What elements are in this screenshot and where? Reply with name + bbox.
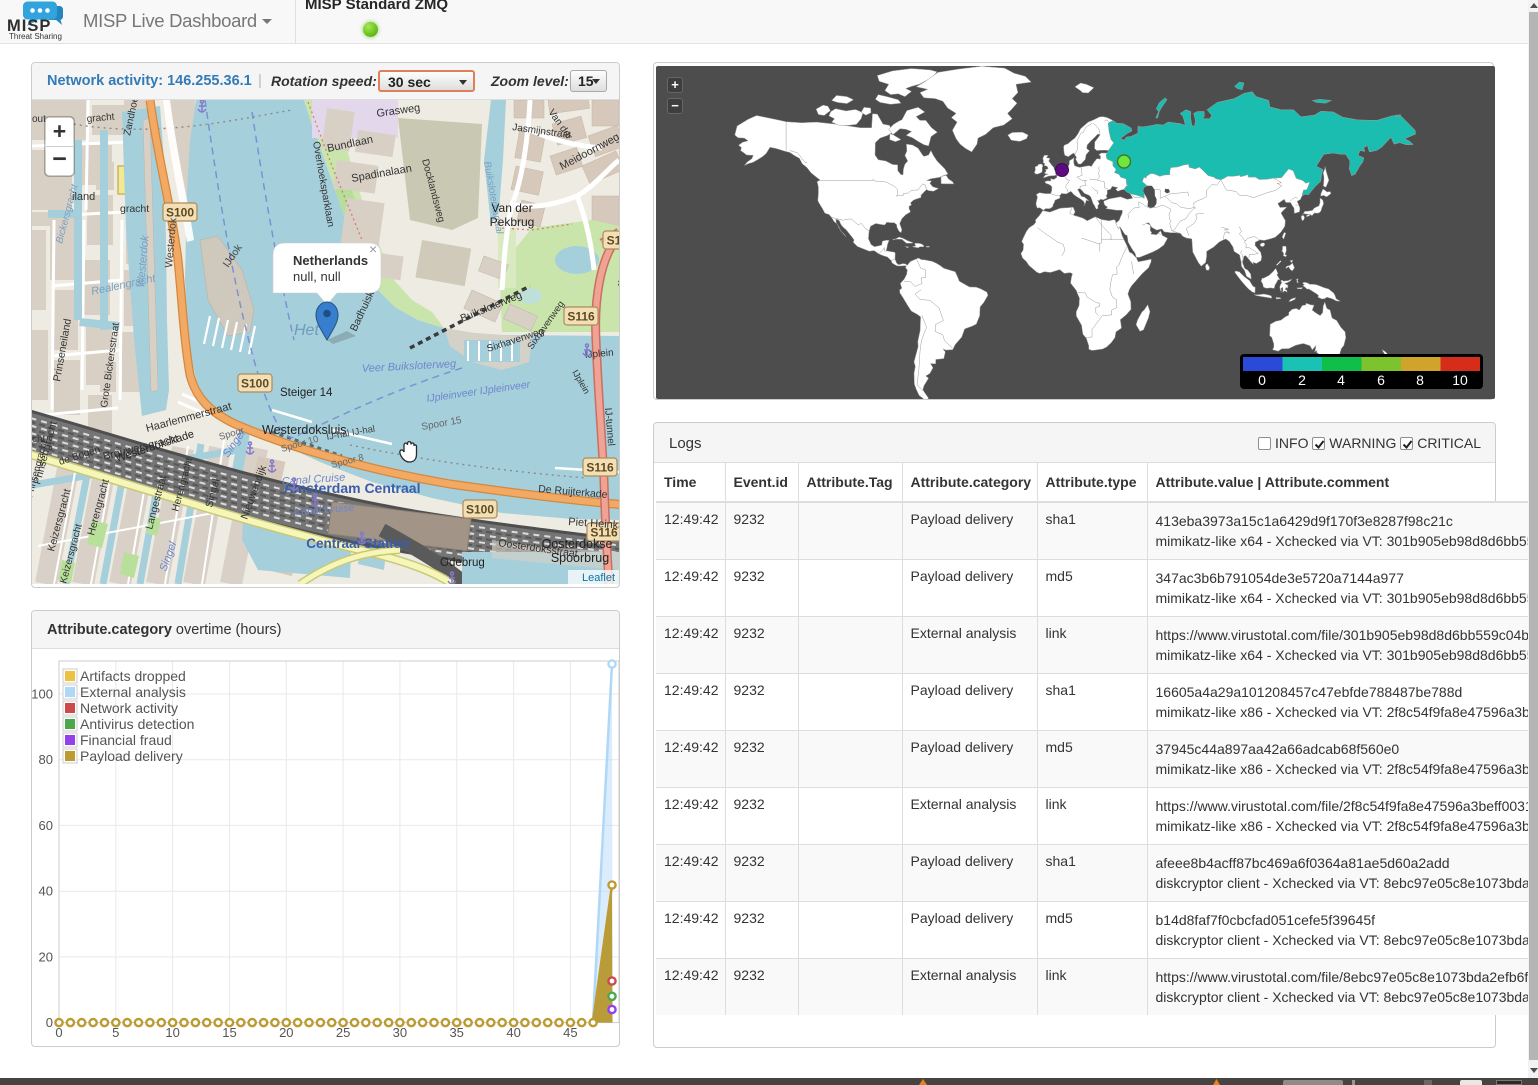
svg-text:60: 60: [39, 818, 53, 833]
svg-text:S116: S116: [567, 310, 595, 324]
svg-text:45: 45: [563, 1025, 577, 1040]
svg-text:100: 100: [32, 687, 53, 702]
svg-text:iland: iland: [72, 191, 95, 203]
svg-text:Odebrug: Odebrug: [440, 557, 485, 569]
svg-text:10: 10: [165, 1025, 179, 1040]
svg-text:4: 4: [1337, 372, 1345, 388]
svg-text:Payload delivery: Payload delivery: [80, 748, 183, 764]
svg-text:Steiger 14: Steiger 14: [280, 387, 333, 399]
svg-text:S100: S100: [166, 206, 194, 220]
svg-text:S100: S100: [466, 503, 494, 517]
svg-text:0: 0: [55, 1025, 62, 1040]
svg-text:External analysis: External analysis: [80, 684, 186, 700]
svg-text:35: 35: [449, 1025, 463, 1040]
svg-text:gracht: gracht: [120, 203, 149, 215]
svg-text:Threat Sharing: Threat Sharing: [9, 32, 62, 41]
svg-text:S11: S11: [607, 234, 619, 248]
svg-text:25: 25: [336, 1025, 350, 1040]
svg-text:0: 0: [46, 1015, 53, 1030]
svg-text:S100: S100: [241, 377, 269, 391]
svg-text:30: 30: [393, 1025, 407, 1040]
svg-text:Spoorbrug: Spoorbrug: [551, 551, 609, 565]
svg-text:−: −: [52, 145, 67, 173]
svg-text:Pekbrug: Pekbrug: [490, 215, 535, 229]
svg-text:40: 40: [506, 1025, 520, 1040]
svg-text:5: 5: [112, 1025, 119, 1040]
svg-text:×: ×: [369, 241, 377, 257]
svg-text:null, null: null, null: [293, 269, 341, 284]
svg-text:20: 20: [39, 949, 53, 964]
svg-text:Antivirus detection: Antivirus detection: [80, 716, 194, 732]
svg-text:S116: S116: [586, 461, 614, 475]
svg-text:0: 0: [1258, 372, 1266, 388]
svg-text:Centraal Station: Centraal Station: [306, 536, 410, 551]
svg-text:Netherlands: Netherlands: [293, 253, 368, 268]
svg-text:20: 20: [279, 1025, 293, 1040]
svg-text:80: 80: [39, 752, 53, 767]
svg-text:10: 10: [1452, 372, 1468, 388]
svg-text:Financial fraud: Financial fraud: [80, 732, 172, 748]
svg-text:6: 6: [1377, 372, 1385, 388]
svg-text:+: +: [53, 118, 66, 144]
svg-text:Artifacts dropped: Artifacts dropped: [80, 668, 186, 684]
svg-text:Oosterdokse: Oosterdokse: [542, 537, 613, 551]
svg-text:Van der: Van der: [491, 201, 532, 215]
svg-text:2: 2: [1298, 372, 1306, 388]
svg-text:15: 15: [222, 1025, 236, 1040]
svg-text:8: 8: [1416, 372, 1424, 388]
svg-text:Leaflet: Leaflet: [582, 572, 615, 584]
svg-text:Network activity: Network activity: [80, 700, 178, 716]
svg-text:40: 40: [39, 884, 53, 899]
